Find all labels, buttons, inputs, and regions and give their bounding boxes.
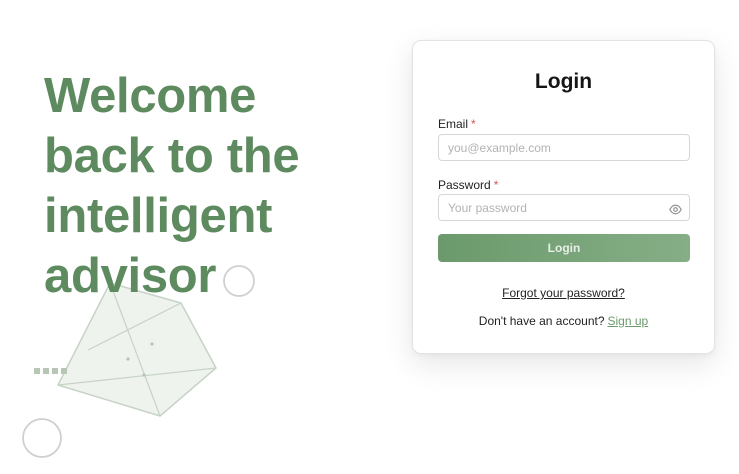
polyhedron-dots [126,342,154,377]
eye-icon[interactable] [669,202,682,215]
hero-line: advisor [44,249,217,303]
email-label: Email * [438,117,476,131]
email-label-text: Email [438,117,469,131]
hero-line: Welcome [44,69,257,123]
login-page: Welcome back to the intelligent advisor … [0,0,739,474]
forgot-password-link[interactable]: Forgot your password? [502,286,625,300]
password-input-wrapper [438,194,690,221]
hero-heading: Welcome back to the intelligent advisor [44,66,364,306]
email-input-wrapper [438,134,690,161]
login-button[interactable]: Login [438,234,690,262]
signup-row: Don't have an account? Sign up [413,314,714,328]
password-label-text: Password [438,178,491,192]
password-field[interactable] [439,195,668,220]
hero-line: intelligent [44,189,273,243]
decorative-circle-ring [22,418,62,458]
required-mark: * [493,178,499,192]
password-label: Password * [438,178,498,192]
hero-line: back to the [44,129,300,183]
signup-prompt: Don't have an account? [478,314,605,328]
decorative-dash-dots [34,368,67,374]
required-mark: * [471,117,476,131]
signup-link[interactable]: Sign up [608,314,649,328]
login-card: Login Email* Password* Login Forgot your… [412,40,715,354]
email-field[interactable] [439,135,668,160]
login-title: Login [534,70,593,93]
forgot-password-row: Forgot your password? [413,286,714,300]
